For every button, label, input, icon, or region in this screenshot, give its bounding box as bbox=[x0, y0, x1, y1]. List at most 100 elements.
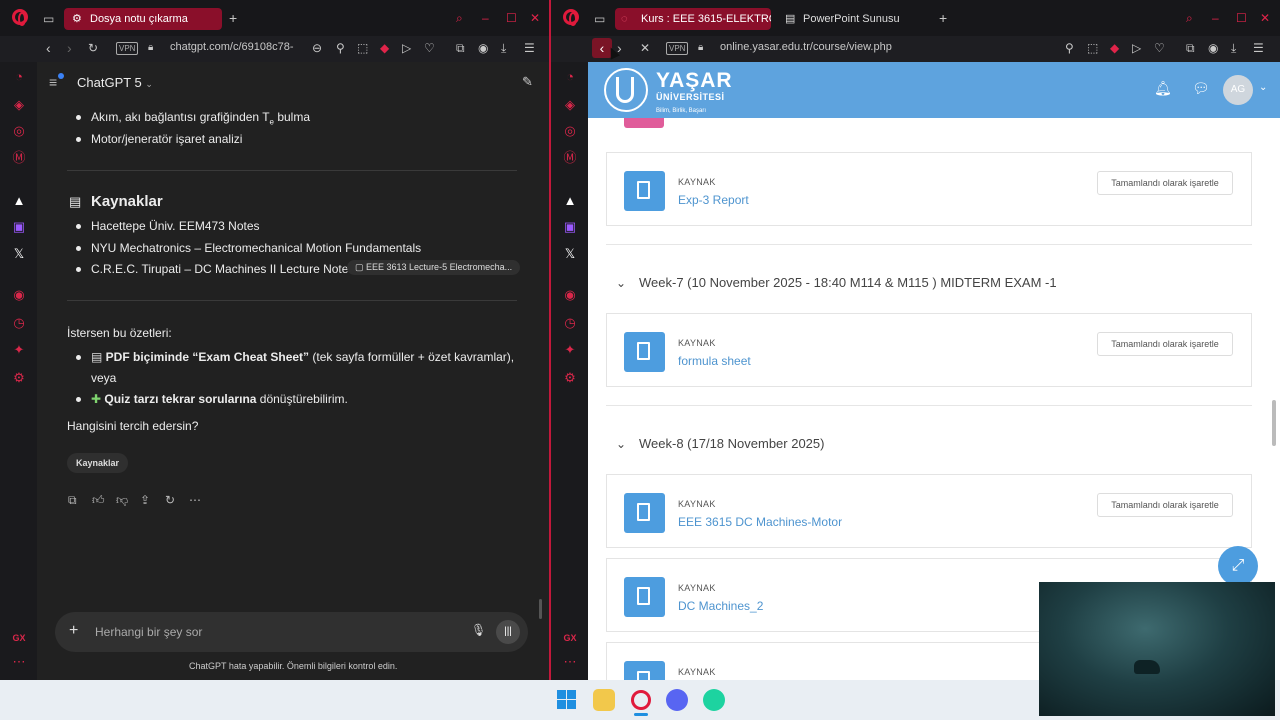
gx-logo-icon[interactable]: GX bbox=[562, 630, 578, 646]
bell-icon[interactable]: 🔔︎ bbox=[1154, 80, 1172, 97]
adblock-shield-icon[interactable]: ◆ bbox=[380, 41, 389, 55]
zoom-icon[interactable]: ⊖ bbox=[312, 41, 322, 55]
maximize-icon[interactable]: ☐ bbox=[506, 11, 517, 25]
stop-loading-icon[interactable]: ✕ bbox=[640, 41, 650, 55]
x-twitter-icon[interactable]: 𝕏 bbox=[11, 246, 27, 262]
avatar[interactable]: AG bbox=[1223, 75, 1253, 105]
source-item[interactable]: NYU Mechatronics – Electromechanical Mot… bbox=[91, 241, 421, 255]
chat-input[interactable]: + Herhangi bir şey sor 🎙︎ ||| bbox=[55, 612, 528, 652]
pin-icon[interactable]: ⚲ bbox=[336, 41, 345, 55]
tab-moodle[interactable]: ◌ Kurs : EEE 3615-ELEKTRO bbox=[615, 8, 771, 30]
twitch-icon[interactable]: ▣ bbox=[562, 219, 578, 235]
more-icon[interactable]: ⋯ bbox=[562, 654, 578, 670]
close-icon[interactable]: ✕ bbox=[530, 11, 540, 25]
file-citation-chip[interactable]: ▢ EEE 3613 Lecture-5 Electromecha... bbox=[347, 260, 521, 275]
profile-icon[interactable]: ◉ bbox=[1208, 41, 1218, 55]
reload-icon[interactable]: ↻ bbox=[88, 41, 98, 55]
microphone-icon[interactable]: 🎙︎ bbox=[471, 623, 486, 637]
settings-icon[interactable]: ⚙ bbox=[562, 370, 578, 386]
tab-powerpoint[interactable]: ▤ PowerPoint Sunusu bbox=[777, 8, 927, 30]
back-icon[interactable]: ‹ bbox=[46, 41, 51, 55]
extensions-icon[interactable]: ⧉ bbox=[456, 41, 465, 55]
copy-icon[interactable]: ⧉ bbox=[68, 493, 77, 508]
regenerate-icon[interactable]: ↻ bbox=[165, 493, 175, 507]
windows-start-icon[interactable] bbox=[556, 689, 578, 711]
aria-ai-icon[interactable]: ▲ bbox=[11, 193, 27, 209]
new-chat-icon[interactable]: ✎ bbox=[522, 74, 533, 90]
source-item[interactable]: Hacettepe Üniv. EEM473 Notes bbox=[91, 219, 260, 233]
opera-logo-icon[interactable] bbox=[563, 9, 579, 26]
download-icon[interactable]: ⤓ bbox=[501, 41, 506, 55]
extensions-sidebar-icon[interactable]: ✦ bbox=[11, 342, 27, 358]
aria-icon[interactable]: ◔ bbox=[562, 69, 578, 85]
more-icon[interactable]: ⋯ bbox=[11, 654, 27, 670]
download-icon[interactable]: ⤓ bbox=[1231, 41, 1236, 55]
tab-islands-icon[interactable]: ▭ bbox=[43, 12, 54, 26]
snapshot-icon[interactable]: ⬚ bbox=[1087, 41, 1098, 55]
snapshot-icon[interactable]: ⬚ bbox=[357, 41, 368, 55]
university-logo-icon[interactable] bbox=[604, 68, 648, 112]
tab-islands-icon[interactable]: ▭ bbox=[594, 12, 605, 26]
share-icon[interactable]: ⇪ bbox=[140, 493, 150, 507]
extensions-icon[interactable]: ⧉ bbox=[1186, 41, 1195, 55]
model-selector[interactable]: ChatGPT 5 ⌄ bbox=[77, 75, 153, 90]
scrollbar[interactable] bbox=[539, 599, 542, 619]
extensions-sidebar-icon[interactable]: ✦ bbox=[562, 342, 578, 358]
minimize-icon[interactable]: – bbox=[482, 11, 489, 25]
discord-icon[interactable] bbox=[666, 689, 688, 711]
section-title-week7[interactable]: Week-7 (10 November 2025 - 18:40 M114 & … bbox=[639, 275, 1057, 290]
chat-input-placeholder[interactable]: Herhangi bir şey sor bbox=[95, 625, 202, 639]
chevron-down-icon[interactable]: ⌄ bbox=[616, 276, 626, 290]
new-tab-icon[interactable]: + bbox=[939, 11, 947, 25]
adblock-shield-icon[interactable]: ◆ bbox=[1110, 41, 1119, 55]
resource-link[interactable]: DC Machines_2 bbox=[678, 599, 763, 613]
messages-icon[interactable]: 💬︎ bbox=[1192, 80, 1210, 97]
mark-done-button[interactable]: Tamamlandı olarak işaretle bbox=[1097, 171, 1233, 195]
thumbs-up-icon[interactable]: 👍︎ bbox=[92, 493, 105, 508]
history-icon[interactable]: ◷ bbox=[11, 315, 27, 331]
search-icon[interactable]: ⌕ bbox=[1186, 11, 1193, 25]
opera-logo-icon[interactable] bbox=[12, 9, 28, 26]
messenger-icon[interactable]: ◎ bbox=[11, 123, 27, 139]
resource-link[interactable]: formula sheet bbox=[678, 354, 751, 368]
resource-link[interactable]: Exp-3 Report bbox=[678, 193, 749, 207]
twitch-icon[interactable]: ▣ bbox=[11, 219, 27, 235]
aria-ai-icon[interactable]: ▲ bbox=[562, 193, 578, 209]
vpn-badge[interactable]: VPN bbox=[116, 42, 139, 55]
chevron-down-icon[interactable]: ⌄ bbox=[1259, 82, 1267, 93]
mark-done-button[interactable]: Tamamlandı olarak işaretle bbox=[1097, 332, 1233, 356]
crypto-wallet-icon[interactable]: ◈ bbox=[11, 97, 27, 113]
thumbs-down-icon[interactable]: 👎︎ bbox=[116, 493, 128, 508]
send-icon[interactable]: ▷ bbox=[402, 41, 411, 55]
vpn-badge[interactable]: VPN bbox=[666, 42, 689, 55]
search-icon[interactable]: ⌕ bbox=[456, 11, 463, 25]
source-item[interactable]: C.R.E.C. Tirupati – DC Machines II Lectu… bbox=[91, 262, 354, 276]
menu-icon[interactable]: ☰ bbox=[1253, 41, 1264, 55]
chat-app-icon[interactable] bbox=[703, 689, 725, 711]
pip-video-overlay[interactable] bbox=[1039, 582, 1275, 716]
plus-icon[interactable]: + bbox=[69, 622, 78, 640]
mail-icon[interactable]: Ⓜ bbox=[11, 150, 27, 166]
crypto-wallet-icon[interactable]: ◈ bbox=[562, 97, 578, 113]
close-icon[interactable]: ✕ bbox=[1260, 11, 1270, 25]
pin-icon[interactable]: ⚲ bbox=[1065, 41, 1074, 55]
x-twitter-icon[interactable]: 𝕏 bbox=[562, 246, 578, 262]
scrollbar[interactable] bbox=[1272, 400, 1276, 446]
heart-icon[interactable]: ♡ bbox=[424, 41, 435, 55]
tab-chatgpt[interactable]: ⚙ Dosya notu çıkarma bbox=[64, 8, 222, 30]
player-icon[interactable]: ◉ bbox=[11, 287, 27, 303]
resource-card[interactable]: KAYNAK formula sheet Tamamlandı olarak i… bbox=[606, 313, 1252, 387]
section-title-week8[interactable]: Week-8 (17/18 November 2025) bbox=[639, 436, 824, 451]
mark-done-button[interactable]: Tamamlandı olarak işaretle bbox=[1097, 493, 1233, 517]
new-tab-icon[interactable]: + bbox=[229, 11, 237, 25]
settings-icon[interactable]: ⚙ bbox=[11, 370, 27, 386]
forward-icon[interactable]: › bbox=[67, 41, 72, 55]
gx-logo-icon[interactable]: GX bbox=[11, 630, 27, 646]
player-icon[interactable]: ◉ bbox=[562, 287, 578, 303]
minimize-icon[interactable]: – bbox=[1212, 11, 1219, 25]
aria-icon[interactable]: ◔ bbox=[11, 69, 27, 85]
maximize-icon[interactable]: ☐ bbox=[1236, 11, 1247, 25]
more-options-icon[interactable]: ⋯ bbox=[189, 493, 201, 507]
profile-icon[interactable]: ◉ bbox=[478, 41, 488, 55]
messenger-icon[interactable]: ◎ bbox=[562, 123, 578, 139]
